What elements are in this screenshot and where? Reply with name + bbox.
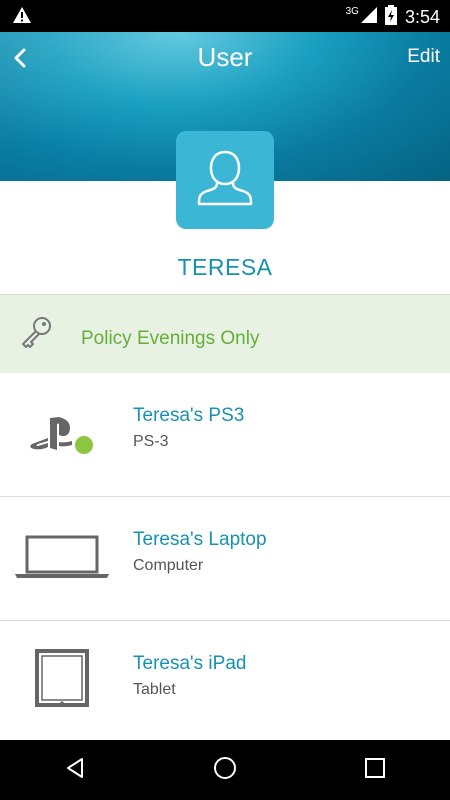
- user-name: TERESA: [177, 254, 273, 280]
- laptop-icon: [12, 523, 112, 593]
- policy-row[interactable]: Policy Evenings Only: [0, 294, 450, 374]
- nav-back-button[interactable]: [45, 740, 105, 800]
- device-row-ps3[interactable]: Teresa's PS3 PS-3: [0, 373, 450, 497]
- navigation-bar: [0, 740, 450, 800]
- signal-icon: [360, 7, 377, 28]
- nav-home-button[interactable]: [195, 740, 255, 800]
- battery-icon: [384, 5, 397, 30]
- avatar[interactable]: [176, 131, 274, 229]
- recents-square-icon: [364, 757, 386, 784]
- home-circle-icon: [213, 756, 237, 785]
- device-name: Teresa's iPad: [133, 653, 247, 674]
- device-row-ipad[interactable]: Teresa's iPad Tablet: [0, 621, 450, 744]
- nav-recents-button[interactable]: [345, 740, 405, 800]
- person-icon: [193, 146, 257, 215]
- device-name: Teresa's PS3: [133, 405, 245, 426]
- device-type: PS-3: [133, 433, 169, 450]
- key-icon: [20, 315, 54, 354]
- device-name: Teresa's Laptop: [133, 529, 267, 550]
- playstation-icon: [12, 399, 112, 469]
- tablet-icon: [12, 643, 112, 713]
- back-triangle-icon: [63, 756, 87, 785]
- clock: 3:54: [404, 7, 440, 27]
- network-type: 3G: [345, 6, 359, 17]
- device-type: Tablet: [133, 681, 176, 698]
- status-bar: 3G 3:54: [0, 0, 450, 32]
- warning-icon: [12, 6, 32, 29]
- device-row-laptop[interactable]: Teresa's Laptop Computer: [0, 497, 450, 621]
- online-status-dot: [75, 436, 93, 454]
- device-type: Computer: [133, 557, 204, 574]
- page-title: User: [197, 42, 253, 72]
- policy-label: Policy Evenings Only: [81, 328, 260, 349]
- edit-button[interactable]: Edit: [407, 46, 440, 68]
